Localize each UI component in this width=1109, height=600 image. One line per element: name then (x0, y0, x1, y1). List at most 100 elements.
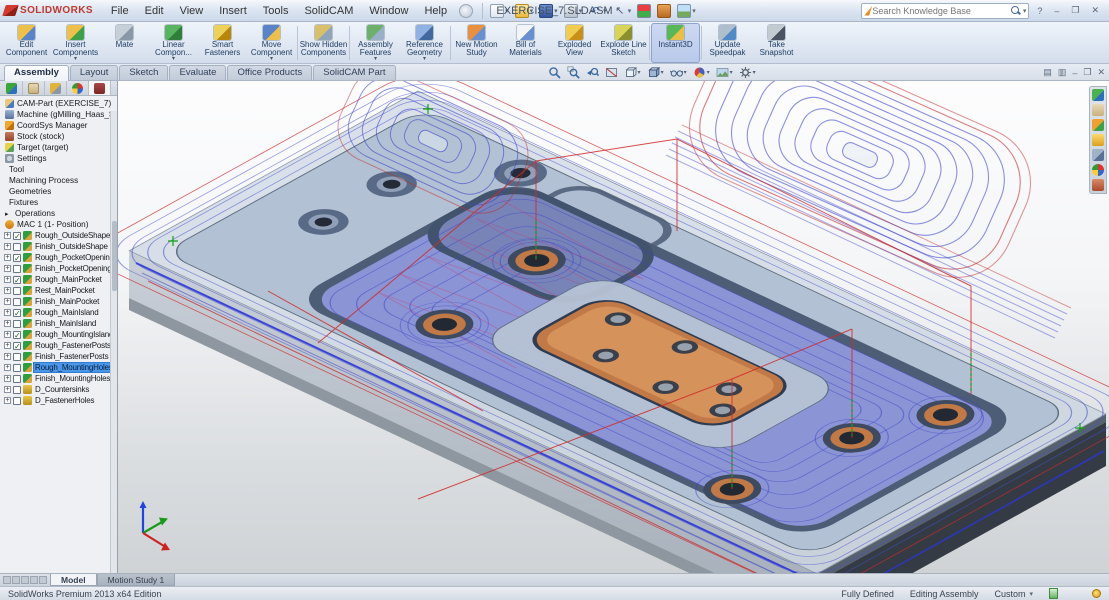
tab-display-manager[interactable] (67, 81, 89, 95)
tree-item-coordsys-manager[interactable]: CoordSys Manager (2, 120, 117, 131)
tab-property-manager[interactable] (23, 81, 45, 95)
doc-restore-button[interactable]: ❐ (1083, 67, 1091, 78)
cam-machine-icon[interactable] (1092, 149, 1104, 161)
select-button[interactable]: ↖▾ (611, 3, 634, 19)
doc-minimize-button[interactable]: ‒ (1072, 68, 1077, 78)
expand-arrow-icon[interactable]: ▸ (5, 210, 12, 218)
units-dropdown[interactable]: Custom ▾ (994, 589, 1033, 599)
expander[interactable]: + (4, 232, 11, 239)
menu-tools[interactable]: Tools (255, 3, 297, 19)
expander[interactable]: + (4, 364, 11, 371)
operation-checkbox[interactable]: ✓ (13, 232, 21, 240)
tree-item-tool[interactable]: Tool (2, 164, 117, 175)
operation-row[interactable]: +✓Rough_OutsideShape (2, 230, 117, 241)
operation-row[interactable]: +D_Countersinks (2, 384, 117, 395)
tree-item-operations[interactable]: ▸Operations (2, 208, 117, 219)
open-button[interactable]: ▾ (513, 3, 536, 19)
operation-row[interactable]: +Finish_MainIsland (2, 318, 117, 329)
ribbon-button-update-speedpak[interactable]: Update Speedpak (703, 23, 752, 63)
expander[interactable]: + (4, 276, 11, 283)
ribbon-button-bill-of-materials[interactable]: Bill of Materials (501, 23, 550, 63)
menu-help[interactable]: Help (416, 3, 455, 19)
menu-solidcam[interactable]: SolidCAM (296, 3, 361, 19)
zoom-to-fit-button[interactable] (547, 66, 562, 79)
operation-checkbox[interactable] (13, 265, 21, 273)
splitter-box[interactable] (39, 576, 47, 584)
expander[interactable]: + (4, 309, 11, 316)
ribbon-button-edit-component[interactable]: Edit Component (2, 23, 51, 63)
cam-open-folder-icon[interactable] (1092, 134, 1104, 146)
ribbon-button-show-hidden-components[interactable]: Show Hidden Components (299, 23, 348, 63)
operation-checkbox[interactable] (13, 287, 21, 295)
operation-checkbox[interactable] (13, 243, 21, 251)
ribbon-button-reference-geometry[interactable]: Reference Geometry▾ (400, 23, 449, 63)
doc-close-button[interactable]: ✕ (1097, 67, 1105, 78)
ribbon-button-instant3d[interactable]: Instant3D (651, 23, 700, 63)
options-button[interactable] (655, 3, 673, 19)
graphics-viewport[interactable] (118, 81, 1109, 573)
tab-motion-study-1[interactable]: Motion Study 1 (97, 574, 176, 586)
operation-row[interactable]: +Finish_MainPocket (2, 296, 117, 307)
appearance-button[interactable]: ▾ (675, 3, 698, 19)
panel-scrollbar-thumb[interactable] (112, 221, 117, 291)
cam-simulation-icon[interactable] (1092, 164, 1104, 176)
tab-solidcam-part[interactable]: SolidCAM Part (313, 65, 395, 80)
tab-office-products[interactable]: Office Products (227, 65, 312, 80)
help-button[interactable]: ? (1033, 5, 1046, 17)
expander[interactable]: + (4, 331, 11, 338)
expander[interactable]: + (4, 320, 11, 327)
tree-item-geometries[interactable]: Geometries (2, 186, 117, 197)
view-settings-button[interactable]: ▾ (738, 66, 757, 79)
expander[interactable]: + (4, 342, 11, 349)
split-vertical-button[interactable]: ▥ (1058, 67, 1067, 78)
previous-view-button[interactable] (585, 66, 600, 79)
print-button[interactable]: ▾ (562, 3, 585, 19)
operation-row[interactable]: +✓Rough_FastenerPosts (2, 340, 117, 351)
operation-checkbox[interactable] (13, 375, 21, 383)
operation-row[interactable]: +✓Rough_PocketOpening (2, 252, 117, 263)
operation-row[interactable]: +D_FastenerHoles (2, 395, 117, 406)
menu-edit[interactable]: Edit (137, 3, 172, 19)
menu-window[interactable]: Window (361, 3, 416, 19)
operation-checkbox[interactable] (13, 386, 21, 394)
operation-checkbox[interactable] (13, 397, 21, 405)
search-input[interactable] (872, 6, 1009, 16)
tab-assembly[interactable]: Assembly (4, 65, 69, 81)
ribbon-button-move-component[interactable]: Move Component▾ (247, 23, 296, 63)
search-icon[interactable] (1010, 5, 1022, 17)
section-view-button[interactable] (604, 66, 619, 79)
hide-show-items-button[interactable]: ▾ (669, 66, 688, 79)
apply-scene-button[interactable]: ▾ (715, 66, 734, 79)
panel-scrollbar[interactable] (110, 111, 117, 573)
knowledge-base-search[interactable]: ▾ (861, 3, 1029, 19)
operation-row[interactable]: +Finish_PocketOpening (2, 263, 117, 274)
tree-item-machining-process[interactable]: Machining Process (2, 175, 117, 186)
save-button[interactable]: ▾ (537, 3, 560, 19)
operation-checkbox[interactable] (13, 364, 21, 372)
splitter-box[interactable] (12, 576, 20, 584)
operation-checkbox[interactable]: ✓ (13, 276, 21, 284)
ribbon-button-take-snapshot[interactable]: Take Snapshot (752, 23, 801, 63)
operation-row[interactable]: +Finish_OutsideShape (2, 241, 117, 252)
ribbon-button-insert-components[interactable]: Insert Components▾ (51, 23, 100, 63)
cam-templates-icon[interactable] (1092, 104, 1104, 116)
close-button[interactable]: ✕ (1087, 4, 1103, 17)
units-caret-icon[interactable]: ▾ (1029, 590, 1033, 598)
operation-checkbox[interactable]: ✓ (13, 309, 21, 317)
expander[interactable]: + (4, 243, 11, 250)
operation-checkbox[interactable]: ✓ (13, 254, 21, 262)
tab-configuration-manager[interactable] (45, 81, 67, 95)
restore-button[interactable]: ❐ (1067, 4, 1083, 17)
ribbon-button-exploded-view[interactable]: Exploded View (550, 23, 599, 63)
split-horizontal-button[interactable]: ▤ (1043, 67, 1052, 78)
operation-checkbox[interactable] (13, 353, 21, 361)
zoom-to-area-button[interactable] (566, 66, 581, 79)
viewport-3d-model[interactable] (118, 81, 1109, 573)
splitter-box[interactable] (30, 576, 38, 584)
expander[interactable]: + (4, 298, 11, 305)
operation-checkbox[interactable]: ✓ (13, 331, 21, 339)
tab-feature-manager[interactable] (1, 81, 23, 95)
splitter-box[interactable] (3, 576, 11, 584)
expander[interactable]: + (4, 265, 11, 272)
display-style-button[interactable]: ▾ (646, 66, 665, 79)
